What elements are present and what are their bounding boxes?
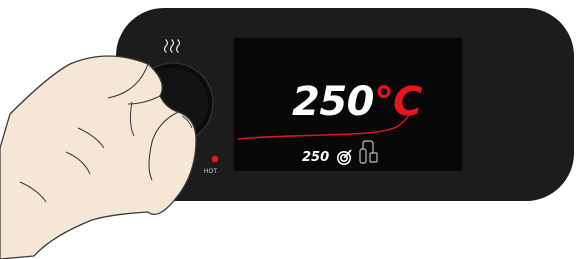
temperature-unit: ℃ bbox=[374, 79, 422, 125]
setpoint-temperature-value: 250 bbox=[302, 150, 330, 165]
current-temperature-readout: 250℃ bbox=[292, 80, 422, 124]
hot-indicator-led bbox=[211, 155, 219, 163]
hot-indicator-label: HOT bbox=[204, 169, 218, 175]
current-temperature-value: 250 bbox=[292, 79, 375, 125]
soldering-station-panel: HOT 250℃ 250 bbox=[0, 0, 578, 259]
